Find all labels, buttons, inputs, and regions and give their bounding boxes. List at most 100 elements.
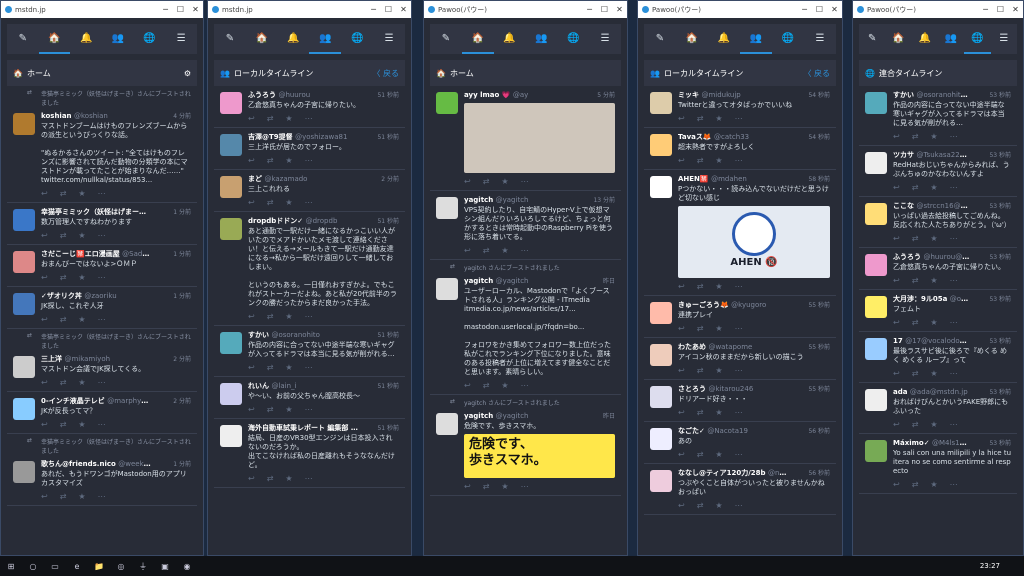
boost-icon[interactable]: ⇄ (912, 234, 919, 243)
status[interactable]: 0-インチ液晶テレビ @marphy_... 2 分前 JKが反長ってマ？ ↩ ⇄ ★ ⋯ (7, 392, 197, 434)
media-image[interactable] (464, 103, 615, 173)
status[interactable]: 三上洋 @mikamiyoh 2 分前 マストドン会議でJK探してくる。 ↩ ⇄ ★ ⋯ (7, 350, 197, 392)
user-name[interactable]: さとろう (678, 385, 706, 393)
more-icon[interactable]: ⋯ (98, 378, 106, 387)
boost-icon[interactable]: ⇄ (697, 501, 704, 510)
avatar[interactable] (13, 251, 35, 273)
app-icon[interactable]: ▣ (154, 562, 176, 571)
compose-icon[interactable]: ✎ (644, 24, 676, 54)
timestamp[interactable]: 1 分前 (173, 208, 191, 217)
timestamp[interactable]: 53 秒前 (989, 202, 1011, 211)
status[interactable]: ミッキ @midukujp 54 秒前 Twitterと違ってオタばっかでいいね ↩ ⇄… (644, 86, 836, 128)
status[interactable]: まど @kazamado 2 分前 三上これれる ↩ ⇄ ★ ⋯ (214, 170, 405, 212)
federated-icon[interactable]: 🌐 (134, 24, 166, 54)
more-icon[interactable]: ⋯ (98, 315, 106, 324)
user-name[interactable]: ツカサ (893, 151, 914, 159)
more-icon[interactable]: ⋯ (735, 324, 743, 333)
local-icon[interactable]: 👥 (740, 24, 772, 54)
edge-icon[interactable]: e (66, 562, 88, 571)
media-image[interactable]: 危険です、 歩きスマホ。 (464, 434, 615, 478)
avatar[interactable] (13, 356, 35, 378)
more-icon[interactable]: ⋯ (950, 234, 958, 243)
favourite-icon[interactable]: ★ (285, 363, 292, 372)
timestamp[interactable]: 13 分前 (593, 196, 615, 205)
boost-icon[interactable]: ⇄ (912, 369, 919, 378)
minimize-button[interactable]: ─ (797, 1, 812, 18)
favourite-icon[interactable]: ★ (930, 480, 937, 489)
reply-icon[interactable]: ↩ (248, 114, 255, 123)
menu-icon[interactable]: ☰ (165, 24, 197, 54)
avatar[interactable] (865, 440, 887, 462)
avatar[interactable] (13, 398, 35, 420)
status[interactable]: すかい @osoranohito@mstdn.jp 53 秒前 作品の内容に合ってな… (859, 86, 1017, 146)
timestamp[interactable]: 1 分前 (173, 250, 191, 259)
federated-icon[interactable]: 🌐 (772, 24, 804, 54)
user-name[interactable]: ayy lmao 💗 (464, 91, 510, 99)
menu-icon[interactable]: ☰ (991, 24, 1017, 54)
display-name[interactable]: dropdbドドン✓ @dropdb (248, 217, 399, 226)
local-icon[interactable]: 👥 (309, 24, 342, 54)
boost-icon[interactable]: ⇄ (267, 405, 274, 414)
minimize-button[interactable]: ─ (978, 1, 993, 18)
status[interactable]: Tavaス🦊 @catch33 54 秒前 超末熱者ですがよろしく ↩ ⇄ ★ ⋯ (644, 128, 836, 170)
timestamp[interactable]: 2 分前 (173, 397, 191, 406)
avatar[interactable] (436, 92, 458, 114)
window-titlebar[interactable]: Pawoo(パウー) ─ ☐ ✕ (638, 1, 842, 18)
more-icon[interactable]: ⋯ (735, 114, 743, 123)
reply-icon[interactable]: ↩ (893, 318, 900, 327)
avatar[interactable] (865, 203, 887, 225)
display-name[interactable]: ふうろう @huurou (248, 91, 399, 100)
boost-icon[interactable]: ⇄ (60, 273, 67, 282)
timestamp[interactable]: 54 秒前 (808, 133, 830, 142)
more-icon[interactable]: ⋯ (735, 408, 743, 417)
boost-icon[interactable]: ⇄ (267, 474, 274, 483)
status[interactable]: さとろう @kitarou246 55 秒前 ドリアード好き・・・ ↩ ⇄ ★ ⋯ (644, 380, 836, 422)
avatar[interactable] (220, 383, 242, 405)
reply-icon[interactable]: ↩ (678, 366, 685, 375)
window-titlebar[interactable]: Pawoo(パウー) ─ ☐ ✕ (853, 1, 1023, 18)
user-name[interactable]: 海外自動車試乗レポート 編集部 (248, 424, 348, 432)
more-icon[interactable]: ⋯ (521, 381, 529, 390)
more-icon[interactable]: ⋯ (98, 189, 106, 198)
favourite-icon[interactable]: ★ (715, 501, 722, 510)
favourite-icon[interactable]: ★ (501, 482, 508, 491)
status[interactable]: ayy lmao 💗 @ay 5 分前 ↩ ⇄ ★ ⋯ (430, 86, 621, 191)
display-name[interactable]: AHEN🈲 @mdahen (678, 175, 830, 184)
compose-icon[interactable]: ✎ (7, 24, 39, 54)
user-name[interactable]: Máximo✓ (893, 439, 930, 447)
timestamp[interactable]: 58 秒前 (808, 175, 830, 184)
status[interactable]: Máximo✓ @M4ls1m0d@m... 53 秒前 Yo sali con u… (859, 434, 1017, 494)
user-name[interactable]: 吉澤@T9提督 (248, 133, 293, 141)
avatar[interactable] (220, 332, 242, 354)
boost-icon[interactable]: ⇄ (60, 189, 67, 198)
boost-icon[interactable]: ⇄ (912, 183, 919, 192)
status[interactable]: yagitch @yagitch 昨日 危険です、歩きスマホ。 危険です、 歩きスマホ… (430, 407, 621, 496)
boost-icon[interactable]: ⇄ (60, 315, 67, 324)
window-titlebar[interactable]: mstdn.jp ─ ☐ ✕ (1, 1, 203, 18)
close-button[interactable]: ✕ (188, 1, 203, 18)
reply-icon[interactable]: ↩ (893, 420, 900, 429)
reply-icon[interactable]: ↩ (248, 198, 255, 207)
boost-icon[interactable]: ⇄ (60, 420, 67, 429)
reply-icon[interactable]: ↩ (893, 183, 900, 192)
favourite-icon[interactable]: ★ (930, 276, 937, 285)
federated-icon[interactable]: 🌐 (557, 24, 589, 54)
status[interactable]: ふうろう @huurou 51 秒前 乙倉悠真ちゃんの子宮に帰りたい。 ↩ ⇄ ★ ⋯ (214, 86, 405, 128)
user-name[interactable]: 17 (893, 337, 903, 345)
reply-icon[interactable]: ↩ (41, 273, 48, 282)
favourite-icon[interactable]: ★ (285, 405, 292, 414)
display-name[interactable]: まど @kazamado (248, 175, 399, 184)
favourite-icon[interactable]: ★ (78, 189, 85, 198)
reply-icon[interactable]: ↩ (893, 276, 900, 285)
timestamp[interactable]: 昨日 (603, 412, 615, 421)
display-name[interactable]: Tavaス🦊 @catch33 (678, 133, 830, 142)
status[interactable]: AHEN🈲 @mdahen 58 秒前 Pつかない・・・読み込んでないだけだと思うけ… (644, 170, 836, 296)
maximize-button[interactable]: ☐ (812, 1, 827, 18)
reply-icon[interactable]: ↩ (248, 312, 255, 321)
display-name[interactable]: すかい @osoranohito (248, 331, 399, 340)
boost-icon[interactable]: ⇄ (267, 156, 274, 165)
timestamp[interactable]: 53 秒前 (989, 253, 1011, 262)
user-name[interactable]: 0-インチ液晶テレビ (41, 397, 105, 405)
timestamp[interactable]: 1 分前 (173, 292, 191, 301)
user-name[interactable]: まど (248, 175, 262, 183)
